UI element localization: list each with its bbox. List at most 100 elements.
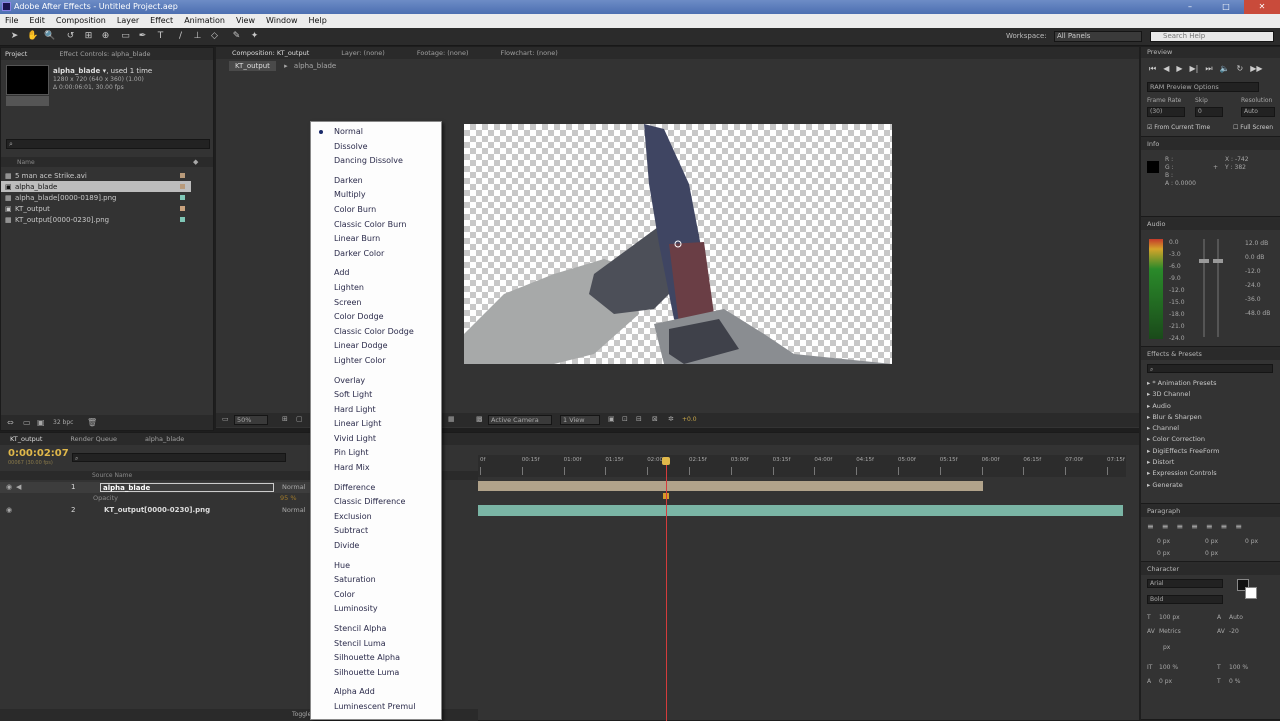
type-tool-icon[interactable]: T	[156, 31, 165, 42]
search-help-input[interactable]: Search Help	[1150, 31, 1274, 42]
blend-mode-item[interactable]: Screen	[311, 296, 441, 311]
blend-mode-item[interactable]: Color Burn	[311, 203, 441, 218]
item-name[interactable]: alpha_blade ▾	[53, 67, 106, 75]
playhead-handle[interactable]	[662, 457, 670, 465]
opacity-value[interactable]: 95 %	[280, 494, 297, 502]
zoom-dropdown[interactable]: 50%	[234, 415, 268, 425]
timeline-search-input[interactable]: ⌕	[72, 453, 286, 462]
blend-mode-item[interactable]: Hue	[311, 559, 441, 574]
effects-category[interactable]: ▸ Audio	[1147, 401, 1219, 412]
font-style-dropdown[interactable]: Bold	[1147, 595, 1223, 604]
effects-category[interactable]: ▸ Distort	[1147, 457, 1219, 468]
flowchart-icon[interactable]: ⊠	[652, 415, 658, 423]
kerning-value[interactable]: Metrics	[1159, 628, 1181, 635]
justify-right-icon[interactable]: ≡	[1221, 522, 1228, 531]
layer-mode[interactable]: Normal	[282, 483, 306, 491]
project-item[interactable]: ▣ KT_output	[1, 203, 191, 214]
blend-mode-item[interactable]: Lighter Color	[311, 354, 441, 369]
last-frame-icon[interactable]: ⏭	[1205, 64, 1212, 74]
exposure-icon[interactable]: ✲	[668, 415, 674, 423]
new-comp-icon[interactable]: ▣	[37, 418, 45, 427]
space-before-value[interactable]: 0 px	[1157, 550, 1170, 557]
blend-mode-item[interactable]: Darker Color	[311, 247, 441, 262]
blend-mode-item[interactable]: Stencil Luma	[311, 637, 441, 652]
effects-category[interactable]: ▸ Expression Controls	[1147, 468, 1219, 479]
next-frame-icon[interactable]: ▶|	[1190, 64, 1199, 74]
left-fader-track[interactable]	[1203, 239, 1205, 337]
menu-layer[interactable]: Layer	[117, 16, 139, 28]
justify-left-icon[interactable]: ≡	[1191, 522, 1198, 531]
effects-category[interactable]: ▸ Blur & Sharpen	[1147, 412, 1219, 423]
tab-effect-controls[interactable]: Effect Controls: alpha_blade	[59, 50, 150, 58]
effects-category[interactable]: ▸ Color Correction	[1147, 434, 1219, 445]
blend-mode-item[interactable]: Saturation	[311, 573, 441, 588]
effects-category[interactable]: ▸ DigiEffects FreeForm	[1147, 446, 1219, 457]
resolution-dropdown[interactable]: Auto	[1241, 107, 1275, 117]
full-screen-checkbox[interactable]: ☐ Full Screen	[1233, 124, 1273, 131]
timeline-icon[interactable]: ⊟	[636, 415, 642, 423]
blend-mode-item[interactable]: Lighten	[311, 281, 441, 296]
indent-left-value[interactable]: 0 px	[1157, 538, 1170, 545]
blend-mode-item[interactable]: Hard Light	[311, 403, 441, 418]
layer-bar-kt-output[interactable]	[478, 505, 1123, 516]
layer-name[interactable]: KT_output[0000-0230].png	[104, 506, 210, 514]
rotate-tool-icon[interactable]: ↺	[66, 31, 75, 42]
blend-mode-item[interactable]: Luminescent Premul	[311, 700, 441, 715]
menu-window[interactable]: Window	[266, 16, 298, 28]
indent-first-value[interactable]: 0 px	[1245, 538, 1258, 545]
tracking-value[interactable]: -20	[1229, 628, 1239, 635]
horizontal-scale-value[interactable]: 100 %	[1229, 664, 1248, 671]
layer-bar-alpha-blade[interactable]	[478, 481, 983, 491]
puppet-tool-icon[interactable]: ✦	[250, 31, 259, 42]
align-right-icon[interactable]: ≡	[1176, 522, 1183, 531]
blend-mode-item[interactable]: Darken	[311, 174, 441, 189]
blend-mode-item[interactable]: Linear Dodge	[311, 339, 441, 354]
current-timecode[interactable]: 0:00:02:07	[8, 448, 69, 459]
blend-mode-item[interactable]: Dancing Dissolve	[311, 154, 441, 169]
rectangle-tool-icon[interactable]: ▭	[121, 31, 130, 42]
stroke-width-value[interactable]: px	[1163, 644, 1170, 651]
blend-mode-item[interactable]: Overlay	[311, 374, 441, 389]
camera-tool-icon[interactable]: ⊞	[84, 31, 93, 42]
blend-mode-item[interactable]: Classic Color Burn	[311, 218, 441, 233]
project-item[interactable]: ▦ KT_output[0000-0230].png	[1, 214, 191, 225]
effects-category[interactable]: ▸ Generate	[1147, 480, 1219, 491]
visibility-icon[interactable]: ◉	[6, 483, 12, 491]
label-column-icon[interactable]: ◆	[193, 158, 198, 166]
play-icon[interactable]: ▶	[1176, 64, 1182, 74]
skip-dropdown[interactable]: 0	[1195, 107, 1223, 117]
effects-category[interactable]: ▸ 3D Channel	[1147, 389, 1219, 400]
zoom-tool-icon[interactable]: 🔍	[44, 31, 55, 42]
audio-icon[interactable]: ◀	[16, 483, 21, 491]
close-button[interactable]: ✕	[1244, 0, 1280, 14]
blend-mode-item[interactable]: Silhouette Alpha	[311, 651, 441, 666]
project-item[interactable]: ▣ alpha_blade	[1, 181, 191, 192]
blend-mode-item[interactable]: Hard Mix	[311, 461, 441, 476]
menu-animation[interactable]: Animation	[184, 16, 225, 28]
effects-category[interactable]: ▸ * Animation Presets	[1147, 378, 1219, 389]
right-fader-track[interactable]	[1217, 239, 1219, 337]
time-ruler[interactable]: 0f 00:15f 01:00f 01:15f 02:00f 02:15f 03:00f 03…	[478, 455, 1126, 477]
blend-mode-item[interactable]: Difference	[311, 481, 441, 496]
label-color[interactable]	[180, 184, 185, 189]
layer-mode[interactable]: Normal	[282, 506, 306, 514]
label-color[interactable]	[180, 206, 185, 211]
tsume-value[interactable]: 0 %	[1229, 678, 1240, 685]
tab-layer[interactable]: Layer: (none)	[341, 49, 385, 57]
tab-flowchart[interactable]: Flowchart: (none)	[501, 49, 558, 57]
layer-row[interactable]: ◉ 2 KT_output[0000-0230].png Normal	[0, 505, 310, 516]
blend-mode-item[interactable]: Color	[311, 588, 441, 603]
tab-project[interactable]: Project	[5, 50, 27, 58]
menu-file[interactable]: File	[5, 16, 18, 28]
pan-behind-tool-icon[interactable]: ⊕	[101, 31, 110, 42]
pen-tool-icon[interactable]: ✒	[138, 31, 147, 42]
clone-stamp-tool-icon[interactable]: ⊥	[193, 31, 202, 42]
from-current-checkbox[interactable]: ☑ From Current Time	[1147, 124, 1210, 131]
mask-icon[interactable]: ▢	[296, 415, 303, 423]
menu-view[interactable]: View	[236, 16, 255, 28]
playhead-line[interactable]	[666, 459, 667, 721]
label-color[interactable]	[180, 195, 185, 200]
transparency-grid-icon[interactable]: ▩	[476, 415, 483, 423]
blend-mode-item[interactable]: Linear Burn	[311, 232, 441, 247]
tab-alpha-blade[interactable]: alpha_blade	[145, 435, 184, 443]
